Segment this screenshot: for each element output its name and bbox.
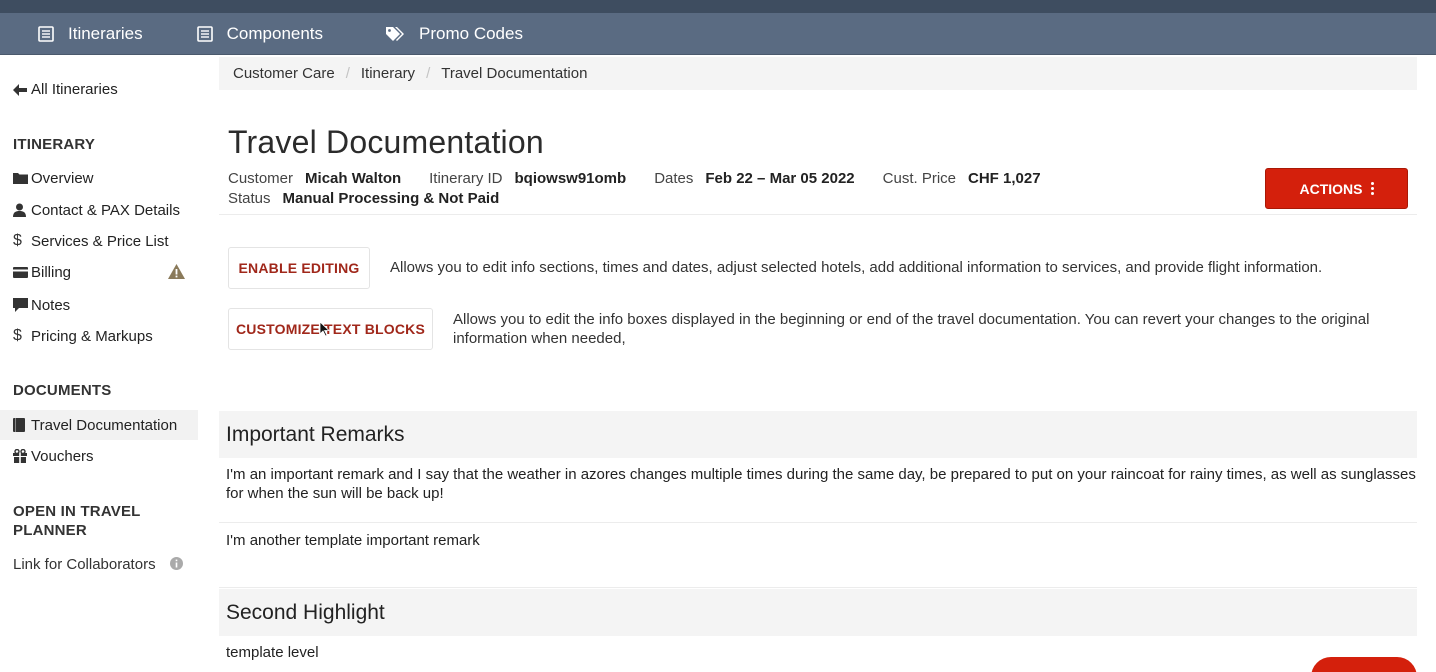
customer-value: Micah Walton [305,170,402,187]
enable-editing-button[interactable]: ENABLE EDITING [228,247,370,289]
actions-label: ACTIONS [1299,180,1363,197]
sidebar-item-label: Contact & PAX Details [31,201,180,219]
book-icon [13,418,25,432]
breadcrumb-separator: / [345,65,350,82]
nav-itineraries-label: Itineraries [68,23,143,43]
price-label: Cust. Price [882,170,956,187]
price-value: CHF 1,027 [968,170,1041,187]
nav-itineraries[interactable]: Itineraries [38,13,143,55]
status-label: Status [228,190,271,207]
tags-icon [386,26,405,41]
remark-divider [219,522,1417,523]
customize-text-blocks-button[interactable]: CUSTOMIZE TEXT BLOCKS [228,308,433,350]
status-value: Manual Processing & Not Paid [282,190,500,207]
sidebar-item-label: Overview [31,169,94,187]
second-highlight-heading: Second Highlight [219,589,1417,636]
sidebar-item-travel-documentation[interactable]: Travel Documentation [0,410,198,440]
top-strip [0,0,1436,13]
sidebar-item-pricing-markups[interactable]: $ Pricing & Markups [0,321,198,351]
sidebar-item-link-collaborators[interactable]: Link for Collaborators [0,549,198,579]
itinerary-id-label: Itinerary ID [429,170,503,187]
breadcrumb-customer-care[interactable]: Customer Care [233,65,335,82]
sidebar-item-label: Billing [31,263,72,281]
sidebar-item-vouchers[interactable]: Vouchers [0,441,198,471]
credit-card-icon [13,266,28,278]
nav-components[interactable]: Components [196,13,324,55]
remark-text: template level [226,644,319,661]
sidebar-item-label: Notes [31,296,71,314]
nav-promo-codes-label: Promo Codes [419,23,523,43]
all-itineraries-link[interactable]: All Itineraries [13,81,118,98]
all-itineraries-label: All Itineraries [31,81,118,98]
customer-label: Customer [228,170,294,187]
nav-components-label: Components [226,23,324,43]
folder-icon [13,173,28,184]
enable-editing-description: Allows you to edit info sections, times … [390,259,1323,276]
mouse-cursor-icon [320,322,330,337]
sidebar-item-label: Link for Collaborators [13,555,156,573]
list-icon [196,25,213,42]
remark-divider [219,587,1417,588]
sidebar-item-overview[interactable]: Overview [0,163,198,193]
divider [219,214,1417,215]
sidebar-item-label: Pricing & Markups [31,327,153,345]
breadcrumb-itinerary[interactable]: Itinerary [361,65,415,82]
open-in-travel-planner-heading: OPEN IN TRAVEL PLANNER [13,503,141,539]
sidebar: All Itineraries ITINERARY Overview Conta… [0,55,198,672]
list-icon [38,25,54,42]
dates-value: Feb 22 – Mar 05 2022 [705,170,855,187]
sidebar-item-label: Vouchers [31,447,94,465]
sidebar-item-label: Services & Price List [31,232,169,250]
important-remarks-heading: Important Remarks [219,411,1417,458]
help-chat-button[interactable] [1311,657,1417,672]
sidebar-item-services-price[interactable]: $ Services & Price List [0,226,198,256]
documents-heading: DOCUMENTS [13,382,112,399]
info-icon[interactable] [170,557,183,570]
sidebar-item-contact-pax[interactable]: Contact & PAX Details [0,195,198,225]
more-vertical-icon [1370,182,1374,195]
sidebar-item-billing[interactable]: Billing [0,257,198,287]
sidebar-item-label: Travel Documentation [31,416,178,434]
itinerary-meta-row: Customer Micah Walton Itinerary ID bqiow… [228,170,1069,187]
arrow-left-icon [13,83,27,96]
comment-icon [13,298,28,312]
nav-promo-codes[interactable]: Promo Codes [385,13,523,55]
status-row: Status Manual Processing & Not Paid [228,190,527,207]
sidebar-item-notes[interactable]: Notes [0,290,198,320]
dates-label: Dates [654,170,694,187]
user-icon [13,203,26,217]
dollar-icon: $ [13,232,22,249]
actions-button[interactable]: ACTIONS [1265,168,1408,209]
gift-icon [13,449,27,463]
breadcrumb: Customer Care / Itinerary / Travel Docum… [219,57,1417,90]
dollar-icon: $ [13,327,22,344]
top-navigation: Itineraries Components Promo Codes [0,13,1436,55]
remark-text: I'm another template important remark [226,532,480,549]
breadcrumb-separator: / [426,65,431,82]
itinerary-heading: ITINERARY [13,136,96,153]
customize-text-blocks-description: Allows you to edit the info boxes displa… [453,311,1370,347]
page-title: Travel Documentation [228,124,544,160]
remark-text: I'm an important remark and I say that t… [226,466,1416,502]
itinerary-id-value: bqiowsw91omb [514,170,627,187]
breadcrumb-travel-documentation: Travel Documentation [441,65,588,82]
warning-icon [168,264,185,279]
